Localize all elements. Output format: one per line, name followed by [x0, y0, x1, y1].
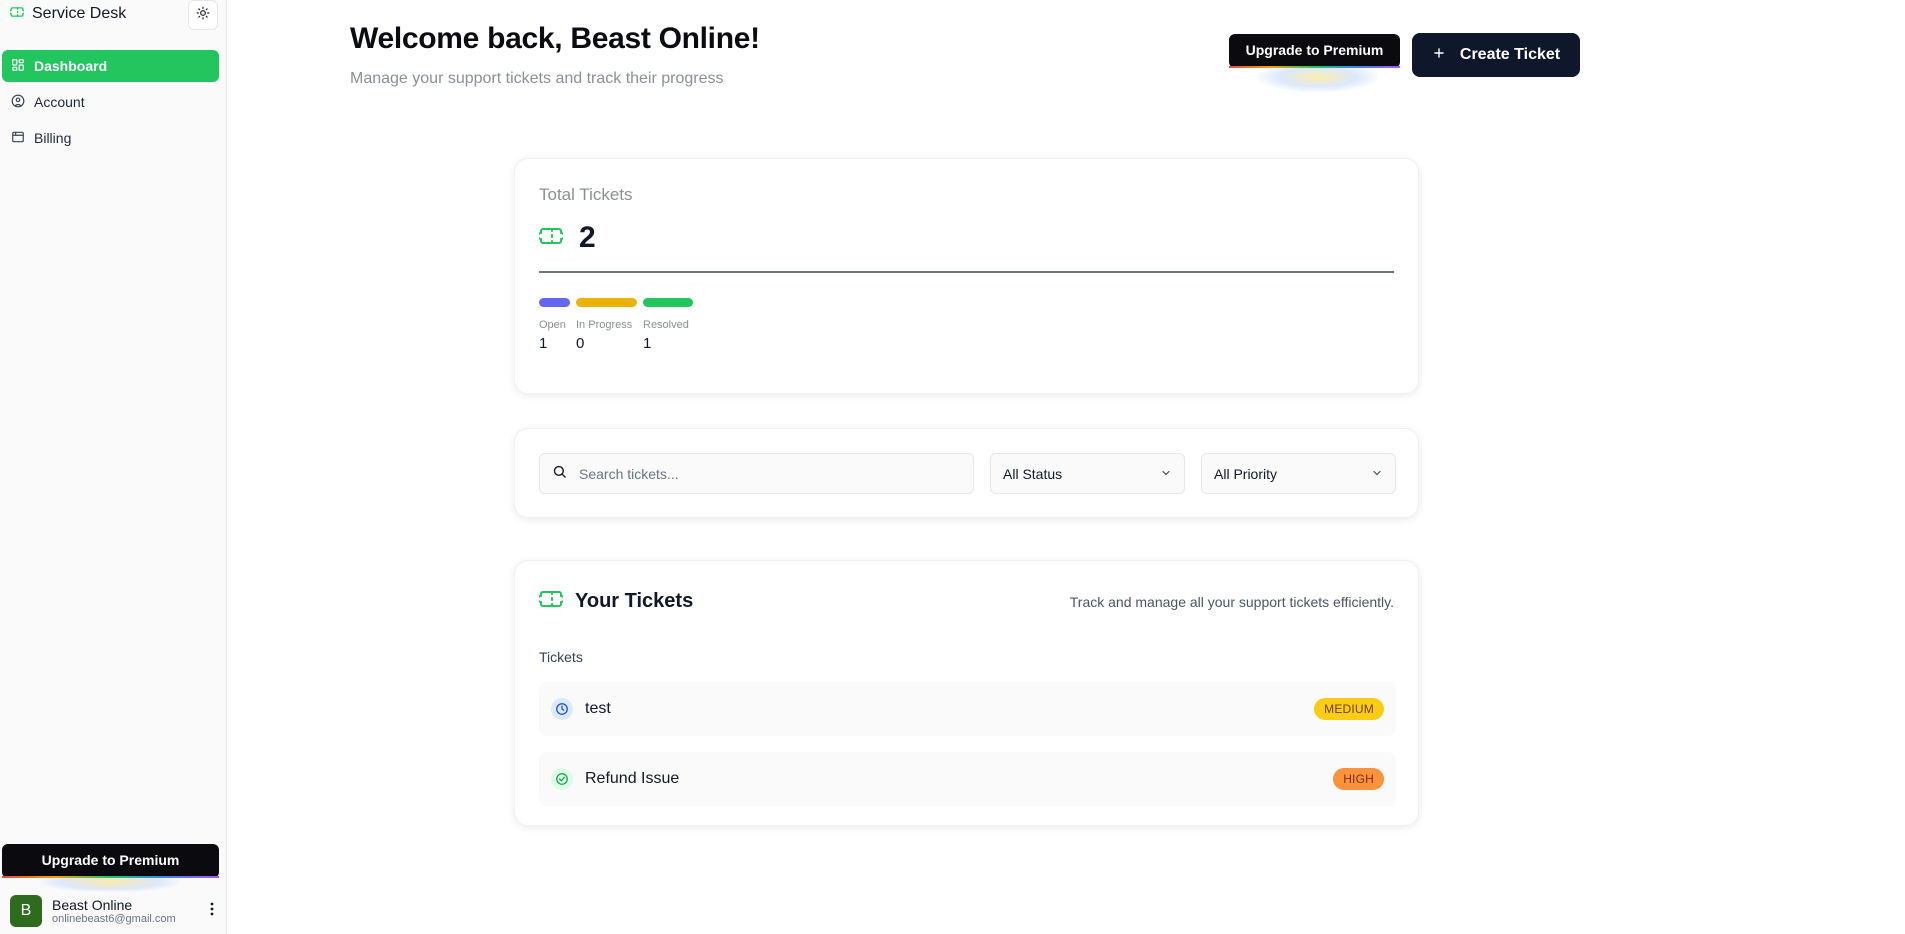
user-circle-icon [11, 94, 25, 111]
status-resolved: Resolved 1 [643, 298, 693, 352]
ticket-name: test [585, 700, 611, 717]
header-upgrade-button[interactable]: Upgrade to Premium [1229, 34, 1400, 68]
chevron-down-icon [1160, 466, 1172, 482]
avatar: B [10, 895, 42, 927]
create-ticket-button[interactable]: Create Ticket [1412, 33, 1580, 77]
status-bar-open [539, 298, 570, 307]
sidebar-item-label: Account [34, 94, 85, 110]
sidebar-item-account[interactable]: Account [2, 86, 219, 118]
status-count: 1 [643, 335, 652, 352]
priority-filter-select[interactable]: All Priority [1201, 453, 1396, 494]
stats-total-row: 2 [537, 221, 596, 255]
status-label: Resolved [643, 319, 689, 331]
status-open: Open 1 [539, 298, 570, 352]
tickets-card: Your Tickets Track and manage all your s… [514, 560, 1419, 826]
ticket-row[interactable]: test MEDIUM [539, 682, 1396, 736]
user-name: Beast Online [52, 897, 133, 913]
user-profile[interactable]: B Beast Online onlinebeast6@gmail.com [10, 894, 220, 928]
chevron-down-icon [1371, 466, 1383, 482]
sidebar-item-billing[interactable]: Billing [2, 122, 219, 154]
search-icon [552, 464, 567, 484]
ticket-row[interactable]: Refund Issue HIGH [539, 752, 1396, 806]
sidebar-item-label: Billing [34, 130, 72, 146]
status-in-progress: In Progress 0 [576, 298, 637, 352]
app-title: Service Desk [32, 5, 127, 22]
sidebar-item-label: Dashboard [34, 58, 108, 74]
filters-card: All Status All Priority [514, 428, 1419, 518]
search-input[interactable] [579, 465, 939, 482]
ticket-icon [8, 5, 26, 24]
main-content: Welcome back, Beast Online! Manage your … [228, 0, 1905, 934]
theme-toggle-button[interactable] [188, 0, 218, 30]
dashboard-grid-icon [11, 58, 25, 75]
status-label: Open [539, 319, 566, 331]
more-vertical-icon [210, 902, 214, 921]
tickets-section-label: Tickets [539, 649, 583, 665]
ticket-icon [537, 587, 565, 616]
sidebar-upgrade-button[interactable]: Upgrade to Premium [2, 844, 219, 878]
stats-label: Total Tickets [539, 185, 633, 204]
status-bar-resolved [643, 298, 693, 307]
brand[interactable]: Service Desk [8, 2, 127, 26]
user-email: onlinebeast6@gmail.com [52, 913, 176, 925]
user-info: Beast Online onlinebeast6@gmail.com [52, 897, 176, 925]
page-title: Welcome back, Beast Online! [350, 22, 760, 55]
clock-icon [551, 698, 573, 720]
status-filter-select[interactable]: All Status [990, 453, 1185, 494]
tickets-description: Track and manage all your support ticket… [1069, 594, 1394, 610]
check-circle-icon [551, 768, 573, 790]
page-subtitle: Manage your support tickets and track th… [350, 70, 724, 87]
create-ticket-label: Create Ticket [1459, 46, 1561, 63]
ticket-icon [537, 224, 565, 253]
ticket-name: Refund Issue [585, 770, 680, 787]
user-menu-button[interactable] [204, 899, 220, 923]
sidebar-item-dashboard[interactable]: Dashboard [2, 50, 219, 82]
sidebar: Service Desk Dashboard Account Billing U… [0, 0, 227, 934]
sun-icon [196, 6, 210, 25]
priority-filter-value: All Priority [1214, 465, 1278, 482]
status-breakdown: Open 1 In Progress 0 Resolved 1 [539, 298, 693, 352]
status-count: 0 [576, 335, 585, 352]
status-label: In Progress [576, 319, 633, 331]
plus-icon [1432, 46, 1446, 65]
tickets-header: Your Tickets [537, 587, 694, 616]
tickets-title: Your Tickets [575, 590, 694, 612]
status-count: 1 [539, 335, 548, 352]
divider [539, 271, 1394, 273]
total-tickets-value: 2 [579, 221, 596, 254]
total-tickets-card: Total Tickets 2 Open 1 In Progress 0 Res… [514, 158, 1419, 394]
status-filter-value: All Status [1003, 465, 1063, 482]
priority-badge: MEDIUM [1314, 698, 1384, 720]
billing-icon [11, 130, 25, 147]
status-bar-in-progress [576, 298, 637, 307]
search-box[interactable] [539, 453, 974, 494]
sidebar-nav: Dashboard Account Billing [2, 50, 219, 158]
priority-badge: HIGH [1333, 768, 1384, 790]
